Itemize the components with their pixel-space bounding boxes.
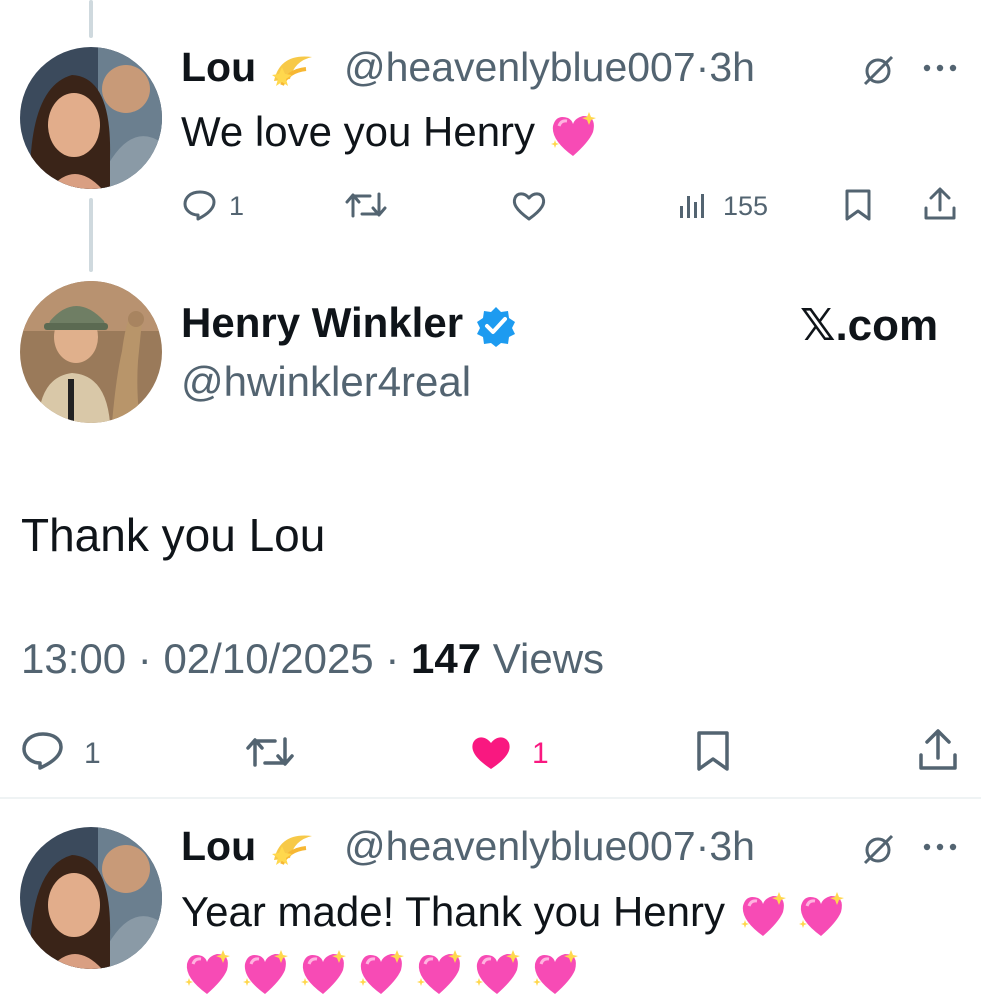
sparkling-heart-emoji-icon bbox=[297, 946, 349, 994]
author-handle[interactable]: @hwinkler4real bbox=[181, 358, 471, 406]
grok-icon[interactable] bbox=[862, 833, 896, 865]
post-date[interactable]: 02/10/2025 bbox=[163, 635, 373, 682]
author-name[interactable]: Lou bbox=[181, 823, 318, 874]
post-time[interactable]: 13:00 bbox=[21, 635, 126, 682]
divider bbox=[0, 797, 981, 799]
avatar-lou[interactable] bbox=[20, 827, 162, 969]
like-icon[interactable] bbox=[511, 190, 547, 222]
tweet-text: Year made! Thank you Henry bbox=[181, 888, 853, 940]
x-com-brand: 𝕏.com bbox=[800, 301, 939, 350]
sparkling-heart-emoji-icon bbox=[529, 946, 581, 994]
dizzy-star-emoji-icon bbox=[271, 835, 312, 866]
views-count: 147 bbox=[411, 635, 482, 682]
like-filled-icon[interactable] bbox=[469, 733, 513, 771]
grok-icon[interactable] bbox=[862, 54, 896, 86]
reply-icon[interactable] bbox=[21, 731, 65, 771]
retweet-icon[interactable] bbox=[244, 734, 296, 770]
avatar-lou[interactable] bbox=[20, 47, 162, 189]
sparkling-heart-emoji-icon bbox=[550, 111, 596, 156]
author-handle[interactable]: @heavenlyblue007·3h bbox=[344, 44, 755, 91]
dizzy-star-emoji-icon bbox=[271, 56, 312, 87]
more-options-icon[interactable] bbox=[922, 62, 958, 74]
heart-emoji-row-1 bbox=[737, 888, 853, 936]
thread-line-middle bbox=[89, 198, 93, 272]
author-handle[interactable]: @heavenlyblue007·3h bbox=[344, 823, 755, 870]
more-options-icon[interactable] bbox=[922, 841, 958, 853]
tweet-text: Thank you Lou bbox=[21, 509, 326, 561]
retweet-icon[interactable] bbox=[344, 190, 388, 220]
post-time[interactable]: 3h bbox=[709, 44, 755, 90]
sparkling-heart-emoji-icon bbox=[413, 946, 465, 994]
views-label: Views bbox=[492, 635, 605, 682]
bookmark-icon[interactable] bbox=[696, 730, 730, 772]
sparkling-heart-emoji-icon bbox=[355, 946, 407, 994]
sparkling-heart-emoji-icon bbox=[239, 946, 291, 994]
sparkling-heart-emoji-icon bbox=[795, 888, 847, 936]
sparkling-heart-emoji-icon bbox=[181, 946, 233, 994]
heart-emoji-row-2 bbox=[181, 946, 587, 998]
tweet-text: We love you Henry bbox=[181, 108, 599, 160]
sparkling-heart-emoji-icon bbox=[471, 946, 523, 994]
thread-line-top bbox=[89, 0, 93, 38]
sparkling-heart-emoji-icon bbox=[737, 888, 789, 936]
reply-icon[interactable] bbox=[182, 189, 218, 221]
share-icon[interactable] bbox=[922, 186, 958, 222]
avatar-henry-winkler[interactable] bbox=[20, 281, 162, 423]
dot-separator: · bbox=[695, 823, 710, 869]
views-count: 155 bbox=[723, 191, 769, 221]
post-time[interactable]: 3h bbox=[709, 823, 755, 869]
dot-separator: · bbox=[695, 44, 710, 90]
bookmark-icon[interactable] bbox=[844, 188, 872, 222]
share-icon[interactable] bbox=[916, 728, 960, 772]
verified-badge-icon bbox=[476, 306, 515, 347]
post-metadata: 13:00 · 02/10/2025 · 147 Views bbox=[21, 635, 605, 682]
views-icon[interactable] bbox=[678, 192, 708, 220]
author-name[interactable]: Lou bbox=[181, 44, 318, 95]
like-count: 1 bbox=[532, 737, 549, 770]
author-name[interactable]: Henry Winkler bbox=[181, 299, 517, 347]
reply-count: 1 bbox=[229, 191, 245, 221]
reply-count: 1 bbox=[84, 737, 101, 770]
